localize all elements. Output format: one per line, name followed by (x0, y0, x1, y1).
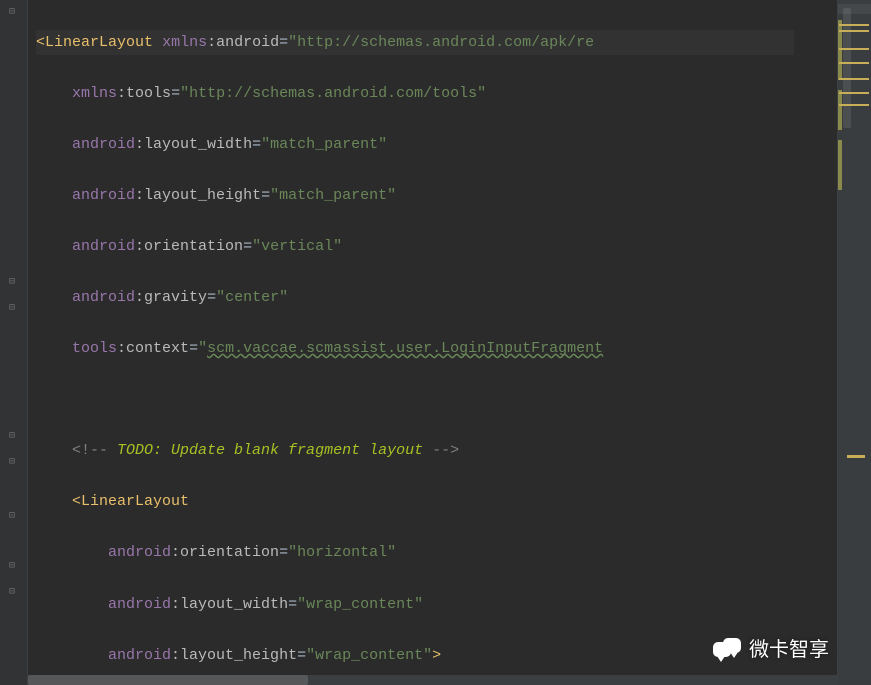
minimap-change-marker (838, 20, 842, 80)
minimap-warning-marker (839, 48, 869, 50)
minimap-scrollbar[interactable] (837, 0, 871, 685)
minimap-warning-marker (839, 24, 869, 26)
minimap-caret-marker (847, 455, 865, 458)
editor-container: ⊟ ⊟ ⊟ ⊟ ⊟ ⊡ ⊟ ⊟ <LinearLayout xmlns:andr… (0, 0, 871, 685)
scrollbar-thumb-vertical[interactable] (843, 8, 851, 128)
minimap-warning-marker (839, 104, 869, 106)
fold-icon[interactable]: ⊟ (6, 430, 18, 442)
minimap-change-marker (838, 90, 842, 130)
fold-icon[interactable]: ⊟ (6, 560, 18, 572)
fold-icon[interactable]: ⊟ (6, 276, 18, 288)
minimap-viewport (838, 4, 871, 14)
minimap-warning-marker (839, 62, 869, 64)
fold-icon[interactable]: ⊟ (6, 302, 18, 314)
fold-icon[interactable]: ⊟ (6, 456, 18, 468)
code-editor[interactable]: <LinearLayout xmlns:android="http://sche… (28, 0, 837, 685)
minimap-change-marker (838, 140, 842, 190)
gutter[interactable]: ⊟ ⊟ ⊟ ⊟ ⊟ ⊡ ⊟ ⊟ (0, 0, 28, 685)
minimap-warning-marker (839, 78, 869, 80)
fold-icon[interactable]: ⊟ (6, 6, 18, 18)
fold-icon[interactable]: ⊟ (6, 586, 18, 598)
minimap-warning-marker (839, 30, 869, 32)
scrollbar-horizontal[interactable] (28, 675, 837, 685)
minimap-warning-marker (839, 92, 869, 94)
scrollbar-thumb-horizontal[interactable] (28, 675, 308, 685)
fold-icon[interactable]: ⊡ (6, 510, 18, 522)
